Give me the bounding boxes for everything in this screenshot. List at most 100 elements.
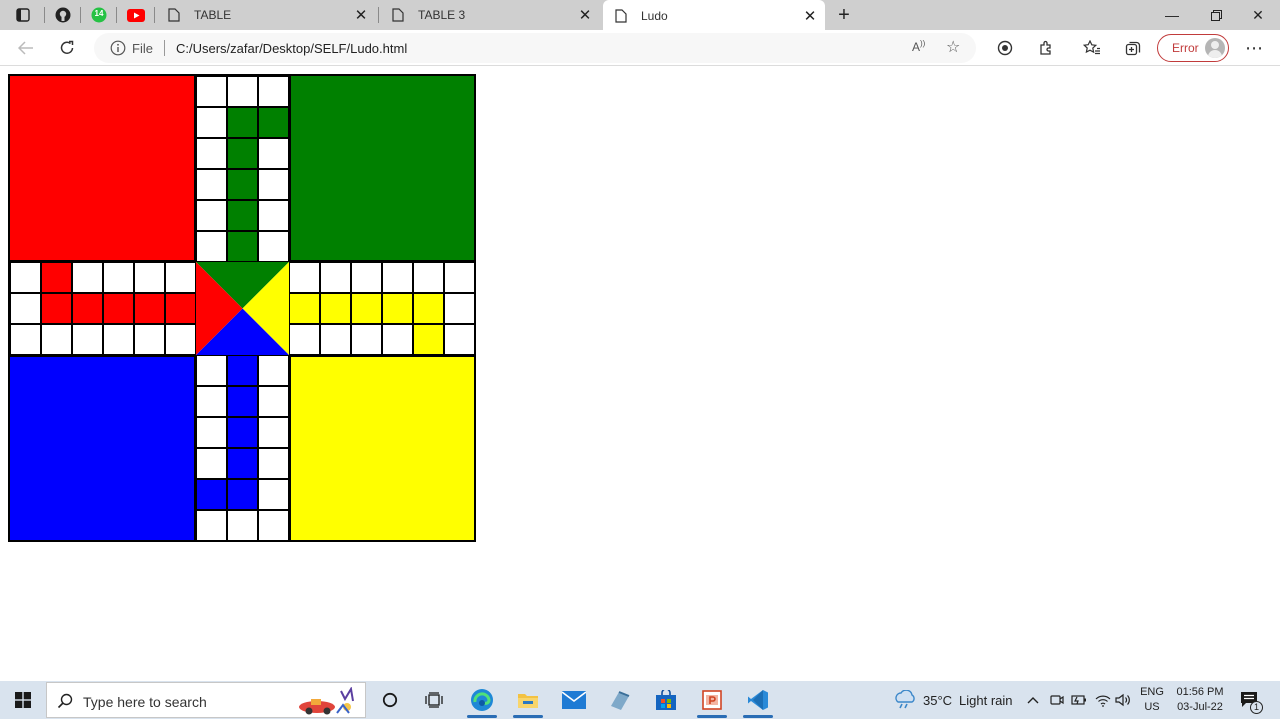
- board-cell: [382, 293, 413, 324]
- restore-icon[interactable]: [1194, 0, 1238, 30]
- board-cell: [258, 479, 289, 510]
- refresh-icon[interactable]: [53, 34, 81, 62]
- board-cell: [41, 324, 72, 355]
- board-cell: [227, 417, 258, 448]
- back-arrow-icon[interactable]: [12, 34, 40, 62]
- board-cell: [227, 355, 258, 386]
- more-options-icon[interactable]: ⋯: [1240, 34, 1268, 62]
- favorites-icon[interactable]: [1078, 34, 1106, 62]
- vscode-icon[interactable]: [735, 681, 781, 719]
- microsoft-store-icon[interactable]: [643, 681, 689, 719]
- notification-center-icon[interactable]: 1: [1240, 681, 1263, 719]
- mail-icon[interactable]: [551, 681, 597, 719]
- close-icon[interactable]: ✕: [799, 5, 821, 27]
- close-icon[interactable]: ✕: [350, 4, 372, 26]
- board-cell: [258, 107, 289, 138]
- tab-actions-icon[interactable]: [8, 3, 38, 27]
- weather-widget[interactable]: 35°C Light rain: [893, 681, 1013, 719]
- board-cell: [196, 200, 227, 231]
- edge-browser-icon[interactable]: [459, 681, 505, 719]
- github-icon[interactable]: [48, 3, 78, 27]
- board-cell: [320, 293, 351, 324]
- file-label: File: [132, 41, 153, 56]
- page-icon: [390, 7, 406, 23]
- red-home: [10, 76, 196, 262]
- blue-home: [10, 355, 196, 540]
- file-explorer-icon[interactable]: [505, 681, 551, 719]
- show-hidden-icons-icon[interactable]: [1027, 681, 1039, 719]
- board-cell: [227, 138, 258, 169]
- board-cell: [258, 231, 289, 262]
- tab-label: TABLE: [194, 8, 232, 22]
- board-cell: [444, 293, 475, 324]
- new-tab-icon[interactable]: +: [832, 3, 856, 27]
- board-cell: [258, 510, 289, 541]
- address-bar[interactable]: File C:/Users/zafar/Desktop/SELF/Ludo.ht…: [94, 33, 976, 63]
- board-cell: [196, 479, 227, 510]
- taskbar-search-input[interactable]: Type here to search: [46, 682, 366, 718]
- url-text[interactable]: C:/Users/zafar/Desktop/SELF/Ludo.html: [176, 41, 407, 56]
- board-cell: [289, 324, 320, 355]
- close-window-icon[interactable]: ✕: [1236, 0, 1280, 30]
- search-icon: [57, 693, 73, 714]
- board-cell: [227, 76, 258, 107]
- board-cell: [134, 293, 165, 324]
- page-icon: [613, 8, 629, 24]
- extensions-icon[interactable]: [1032, 34, 1060, 62]
- cortana-icon[interactable]: [367, 681, 413, 719]
- board-cell: [320, 324, 351, 355]
- powerpoint-icon[interactable]: [689, 681, 735, 719]
- taskbar: Type here to search 35°C Light rain ENG …: [0, 681, 1280, 719]
- board-cell: [258, 355, 289, 386]
- profile-error-button[interactable]: Error: [1157, 34, 1229, 62]
- volume-icon[interactable]: [1115, 681, 1131, 719]
- board-cell: [227, 386, 258, 417]
- battery-icon[interactable]: [1071, 681, 1087, 719]
- board-cell: [196, 76, 227, 107]
- board-cell: [165, 293, 196, 324]
- collections-icon[interactable]: [1119, 34, 1147, 62]
- windows-start-icon[interactable]: [0, 681, 46, 719]
- tab-table-3[interactable]: TABLE 3 ✕: [380, 0, 600, 30]
- board-cell: [196, 510, 227, 541]
- board-cell: [103, 324, 134, 355]
- wifi-icon[interactable]: [1095, 681, 1111, 719]
- board-cell: [227, 448, 258, 479]
- read-aloud-icon[interactable]: A)): [912, 39, 925, 54]
- board-cell: [413, 324, 444, 355]
- task-view-icon[interactable]: [411, 681, 457, 719]
- board-cell: [413, 262, 444, 293]
- board-cell: [196, 448, 227, 479]
- close-icon[interactable]: ✕: [574, 4, 596, 26]
- tab-ludo[interactable]: Ludo ✕: [603, 0, 825, 31]
- board-cell: [258, 138, 289, 169]
- board-cell: [196, 231, 227, 262]
- whatsapp-badge: 14: [94, 9, 104, 18]
- clock[interactable]: 01:56 PM 03-Jul-22: [1172, 685, 1228, 715]
- green-home: [289, 76, 474, 262]
- board-cell: [351, 324, 382, 355]
- whatsapp-icon[interactable]: 14: [84, 3, 114, 27]
- board-cell: [41, 262, 72, 293]
- clock-date: 03-Jul-22: [1177, 701, 1223, 713]
- board-cell: [10, 262, 41, 293]
- minimize-icon[interactable]: —: [1150, 0, 1194, 30]
- board-cell: [258, 169, 289, 200]
- notepad-app-icon[interactable]: [597, 681, 643, 719]
- favorite-star-icon[interactable]: ☆: [946, 37, 960, 57]
- board-cell: [258, 76, 289, 107]
- board-cell: [227, 169, 258, 200]
- info-icon[interactable]: [110, 40, 126, 56]
- language-indicator[interactable]: ENG US: [1137, 685, 1167, 715]
- record-icon[interactable]: [991, 34, 1019, 62]
- tab-label: TABLE 3: [418, 8, 466, 22]
- tab-separator: [80, 7, 81, 23]
- youtube-icon[interactable]: [121, 3, 151, 27]
- meet-now-icon[interactable]: [1050, 681, 1064, 719]
- keyboard-layout: US: [1144, 701, 1160, 713]
- board-cell: [72, 293, 103, 324]
- board-cell: [196, 107, 227, 138]
- board-cell: [289, 293, 320, 324]
- board-cell: [444, 324, 475, 355]
- tab-table[interactable]: TABLE ✕: [156, 0, 376, 30]
